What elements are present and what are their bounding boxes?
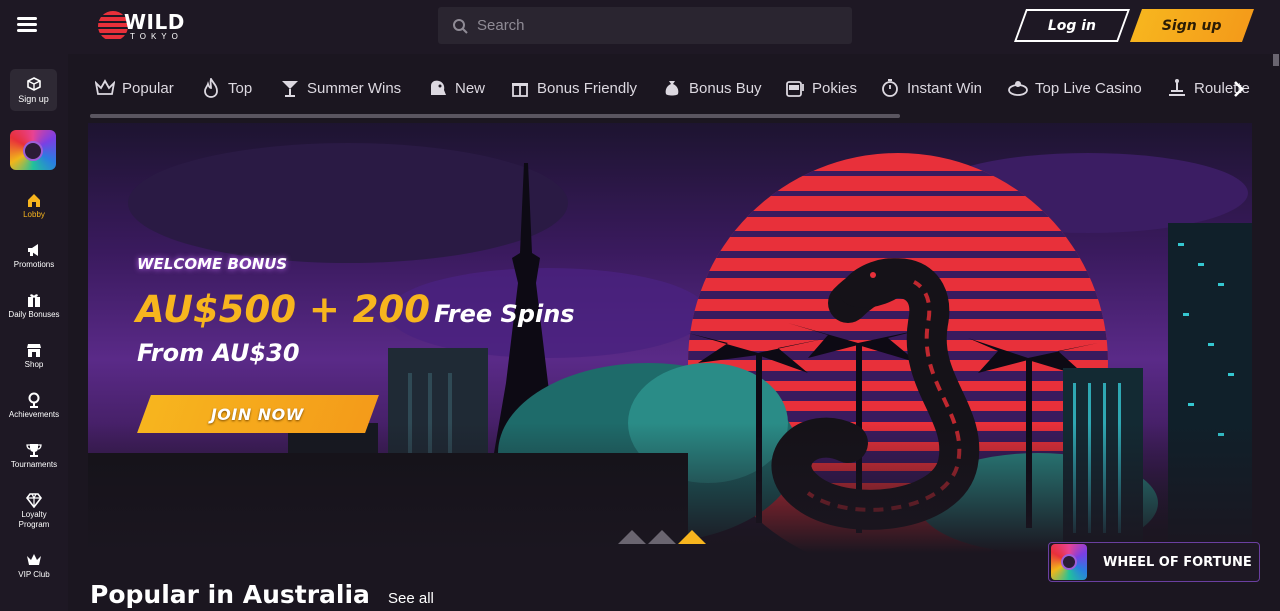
join-now-label: JOIN NOW xyxy=(211,404,305,424)
monkey-icon xyxy=(23,141,43,161)
trophy-icon xyxy=(26,444,42,457)
tab-label: New xyxy=(455,79,486,97)
sidebar-item-label: Promotions xyxy=(13,260,55,269)
tab-bonus-friendly[interactable]: Bonus Friendly xyxy=(510,78,637,98)
sidebar-item-label: VIP Club xyxy=(18,570,50,579)
sidebar-item-shop[interactable]: Shop xyxy=(0,342,68,370)
flame-icon xyxy=(204,78,218,98)
category-nav: Popular Top Summer Wins New Bonus Friend… xyxy=(90,70,1250,110)
slot-machine-icon xyxy=(786,81,804,97)
sidebar-item-label: Loyalty Program xyxy=(18,510,50,529)
cocktail-icon xyxy=(282,81,298,97)
banner-free-spins: Free Spins xyxy=(434,300,575,328)
shop-icon xyxy=(27,344,41,357)
gift-icon xyxy=(28,294,40,307)
welcome-banner[interactable]: WELCOME BONUS AU$500 + 200 Free Spins Fro… xyxy=(88,123,1252,553)
tab-label: Bonus Buy xyxy=(689,79,762,97)
sidebar-item-lobby[interactable]: Lobby xyxy=(0,192,68,220)
sidebar-item-vip-club[interactable]: VIP Club xyxy=(0,552,68,580)
section-title: Popular in Australia xyxy=(90,580,370,609)
carousel-dot[interactable] xyxy=(618,530,646,544)
tab-label: Popular xyxy=(122,79,174,97)
carousel-dot[interactable] xyxy=(648,530,676,544)
monkey-icon xyxy=(1061,554,1077,570)
left-sidebar: Sign up Lobby Promotions Daily Bonuses S… xyxy=(0,54,68,611)
tab-popular[interactable]: Popular xyxy=(95,78,174,98)
tab-label: Summer Wins xyxy=(307,79,402,97)
medal-icon xyxy=(28,392,40,408)
tab-label: Instant Win xyxy=(907,79,983,97)
tab-top-live-casino[interactable]: Top Live Casino xyxy=(1008,78,1142,98)
wheel-of-fortune-label: WHEEL OF FORTUNE xyxy=(1103,554,1252,570)
tab-label: Top Live Casino xyxy=(1035,79,1142,97)
page-scrollbar-thumb[interactable] xyxy=(1273,54,1279,66)
sidebar-item-label: Tournaments xyxy=(10,460,58,469)
login-button[interactable]: Log in xyxy=(1013,9,1131,42)
signup-label: Sign up xyxy=(1162,17,1222,34)
sidebar-signup-button[interactable]: Sign up xyxy=(10,69,57,111)
category-scrollbar[interactable] xyxy=(90,114,900,118)
tab-pokies[interactable]: Pokies xyxy=(785,78,857,98)
home-icon xyxy=(28,194,40,207)
tab-label: Bonus Friendly xyxy=(537,79,638,97)
sidebar-item-daily-bonuses[interactable]: Daily Bonuses xyxy=(0,292,68,320)
sidebar-signup-label: Sign up xyxy=(18,93,49,104)
tab-label: Pokies xyxy=(812,79,858,97)
sidebar-wheel-of-fortune[interactable] xyxy=(10,130,56,170)
sidebar-item-label: Lobby xyxy=(23,210,45,219)
join-now-button[interactable]: JOIN NOW xyxy=(137,395,379,433)
site-logo[interactable]: WILD TOKYO xyxy=(98,9,185,43)
live-casino-icon xyxy=(1008,81,1028,96)
banner-amount-value: AU$500 + 200 xyxy=(136,288,430,331)
carousel-dot-active[interactable] xyxy=(678,530,706,544)
tab-new[interactable]: New xyxy=(428,78,485,98)
search-bar[interactable] xyxy=(438,7,852,44)
tab-top[interactable]: Top xyxy=(201,78,252,98)
sidebar-item-label: Achievements xyxy=(8,410,60,419)
moneybag-icon xyxy=(665,81,679,96)
scrollbar-thumb[interactable] xyxy=(90,114,900,118)
wheel-icon xyxy=(1051,544,1087,580)
roulette-icon xyxy=(1169,79,1185,96)
sidebar-item-loyalty-program[interactable]: Loyalty Program xyxy=(0,492,68,530)
search-icon xyxy=(453,18,468,34)
crown-icon xyxy=(27,554,41,565)
new-icon xyxy=(431,80,446,95)
cube-icon xyxy=(26,76,41,91)
sidebar-item-promotions[interactable]: Promotions xyxy=(0,242,68,270)
top-header: WILD TOKYO Log in Sign up xyxy=(0,0,1280,54)
sidebar-item-achievements[interactable]: Achievements xyxy=(0,392,68,420)
sidebar-item-label: Daily Bonuses xyxy=(8,310,60,319)
gift-icon xyxy=(512,83,528,97)
sidebar-item-label: Shop xyxy=(24,360,44,369)
tab-summer-wins[interactable]: Summer Wins xyxy=(280,78,401,98)
tab-bonus-buy[interactable]: Bonus Buy xyxy=(662,78,762,98)
tab-instant-win[interactable]: Instant Win xyxy=(880,78,982,98)
menu-icon[interactable] xyxy=(17,17,37,33)
chevron-right-icon[interactable] xyxy=(1232,80,1246,98)
banner-amount: AU$500 + 200 Free Spins xyxy=(136,288,575,331)
login-label: Log in xyxy=(1047,17,1097,34)
banner-welcome-text: WELCOME BONUS xyxy=(137,255,288,273)
sidebar-item-tournaments[interactable]: Tournaments xyxy=(0,442,68,470)
signup-button[interactable]: Sign up xyxy=(1129,9,1255,42)
carousel-indicators[interactable] xyxy=(618,528,718,546)
banner-from-text: From AU$30 xyxy=(137,339,300,367)
page-scrollbar[interactable] xyxy=(1272,54,1280,611)
megaphone-icon xyxy=(28,244,38,256)
search-input[interactable] xyxy=(477,17,837,34)
logo-tokyo-text: TOKYO xyxy=(130,31,183,41)
see-all-link[interactable]: See all xyxy=(388,590,434,607)
wheel-of-fortune-widget[interactable]: WHEEL OF FORTUNE xyxy=(1048,542,1260,582)
logo-wild-text: WILD xyxy=(124,9,185,34)
stopwatch-icon xyxy=(882,79,898,97)
tab-label: Top xyxy=(228,79,253,97)
crown-icon xyxy=(95,79,115,95)
banner-artwork xyxy=(88,143,1252,553)
diamond-icon xyxy=(26,493,42,508)
